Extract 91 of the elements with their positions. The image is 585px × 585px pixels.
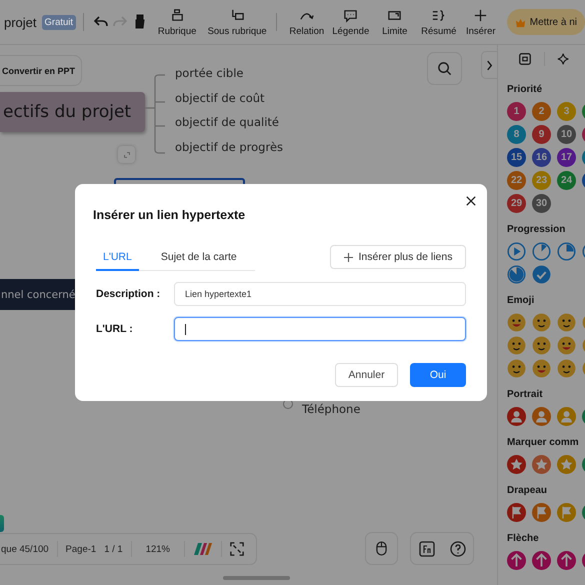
branch-topic[interactable]: portée cible — [175, 66, 244, 80]
convert-ppt-button[interactable]: Convertir en PPT — [0, 55, 82, 86]
crown-icon — [514, 16, 526, 28]
flag-icon[interactable] — [507, 503, 526, 522]
section-heading: Flèche — [507, 532, 540, 546]
toolbar-button[interactable]: Rubrique — [149, 2, 206, 42]
topic-icon — [170, 8, 185, 22]
section-heading: Marquer comm — [507, 436, 580, 450]
input-field[interactable] — [174, 317, 466, 341]
close-icon — [466, 196, 476, 206]
confirm-button[interactable]: Oui — [410, 363, 466, 387]
plus-icon — [473, 8, 488, 22]
panel-toggle-button[interactable] — [481, 51, 497, 79]
page-name[interactable]: Page-1 — [66, 544, 96, 554]
emoji-icon[interactable] — [532, 336, 551, 355]
priority-marker[interactable]: 9 — [532, 125, 551, 144]
emoji-icon[interactable] — [557, 313, 576, 332]
emoji-icon[interactable] — [507, 359, 526, 378]
section-heading: Drapeau — [507, 484, 548, 498]
toolbar-button[interactable]: Relation — [284, 2, 329, 42]
logo-icon[interactable] — [193, 542, 213, 556]
brace-icon — [431, 8, 446, 22]
mouse-mode-button[interactable] — [365, 532, 398, 565]
mouse-icon — [376, 541, 387, 556]
function-keys-icon[interactable] — [418, 540, 434, 556]
sparkle-icon[interactable] — [557, 52, 571, 66]
side-tab[interactable] — [0, 515, 4, 532]
priority-marker[interactable]: 1 — [507, 102, 526, 121]
check-circle-icon[interactable] — [532, 265, 551, 284]
plus-icon — [344, 252, 353, 262]
subtopic-icon — [230, 8, 245, 22]
close-button[interactable] — [464, 194, 478, 208]
speech-bubble-icon — [343, 8, 358, 22]
field-label: Description : — [96, 288, 160, 300]
play-circle-icon[interactable] — [507, 242, 526, 261]
person-icon[interactable] — [507, 407, 526, 426]
document-title: projet — [4, 14, 37, 30]
emoji-icon[interactable] — [532, 313, 551, 332]
toolbar-button[interactable]: Légende — [328, 2, 373, 42]
flag-icon[interactable] — [557, 503, 576, 522]
dialog-tab[interactable]: L'URL — [96, 251, 139, 271]
help-icon[interactable] — [450, 540, 466, 556]
emoji-icon[interactable] — [557, 359, 576, 378]
central-topic[interactable]: ectifs du projet — [0, 92, 145, 132]
search-button[interactable] — [427, 52, 462, 85]
cancel-button[interactable]: Annuler — [335, 363, 398, 387]
emoji-icon[interactable] — [532, 359, 551, 378]
plan-badge: Gratuit — [42, 14, 76, 30]
priority-marker[interactable]: 29 — [507, 194, 526, 213]
field-label: L'URL : — [96, 323, 133, 335]
topic-count: que 45/100 — [1, 544, 49, 554]
expand-icon — [122, 150, 130, 158]
scrollbar[interactable] — [223, 576, 290, 580]
emoji-icon[interactable] — [507, 313, 526, 332]
topic-node[interactable]: nnel concerné — [0, 279, 75, 310]
branch-topic[interactable]: objectif de coût — [175, 90, 265, 104]
priority-marker[interactable]: 15 — [507, 148, 526, 167]
toolbar-button[interactable]: Limite — [372, 2, 417, 42]
section-heading: Progression — [507, 223, 566, 237]
search-icon — [437, 61, 452, 76]
section-heading: Portrait — [507, 388, 544, 402]
emoji-icon[interactable] — [507, 336, 526, 355]
toolbar-button[interactable]: Résumé — [416, 2, 461, 42]
toolbar-button[interactable]: Insérer — [460, 2, 501, 42]
progress-pie-icon[interactable] — [532, 242, 551, 261]
add-links-button[interactable]: Insérer plus de liens — [330, 245, 466, 269]
person-icon[interactable] — [532, 407, 551, 426]
toolbar-button[interactable]: Sous rubrique — [205, 2, 270, 42]
priority-marker[interactable]: 30 — [532, 194, 551, 213]
upgrade-button[interactable]: Mettre à ni — [506, 9, 585, 35]
dialog-title: Insérer un lien hypertexte — [93, 208, 246, 222]
person-icon[interactable] — [557, 407, 576, 426]
chevron-right-icon — [486, 60, 493, 70]
branch-topic[interactable]: objectif de qualité — [175, 115, 279, 129]
progress-pie-icon[interactable] — [557, 242, 576, 261]
section-heading: Priorité — [507, 83, 544, 97]
priority-marker[interactable]: 10 — [557, 125, 576, 144]
emoji-icon[interactable] — [557, 336, 576, 355]
flag-icon[interactable] — [532, 503, 551, 522]
fullscreen-icon[interactable] — [230, 542, 244, 556]
priority-marker[interactable]: 16 — [532, 148, 551, 167]
subtopic[interactable]: Téléphone — [302, 402, 360, 416]
page-count: 1 / 1 — [104, 544, 123, 554]
priority-marker[interactable]: 17 — [557, 148, 576, 167]
zoom-level[interactable]: 121% — [140, 544, 176, 554]
progress-pie-icon[interactable] — [507, 265, 526, 284]
branch-topic[interactable]: objectif de progrès — [175, 140, 284, 154]
section-heading: Emoji — [507, 294, 536, 308]
input-field[interactable]: Lien hypertexte1 — [174, 282, 466, 306]
dialog-tab[interactable]: Sujet de la carte — [154, 251, 244, 271]
frame-icon[interactable] — [518, 52, 532, 66]
